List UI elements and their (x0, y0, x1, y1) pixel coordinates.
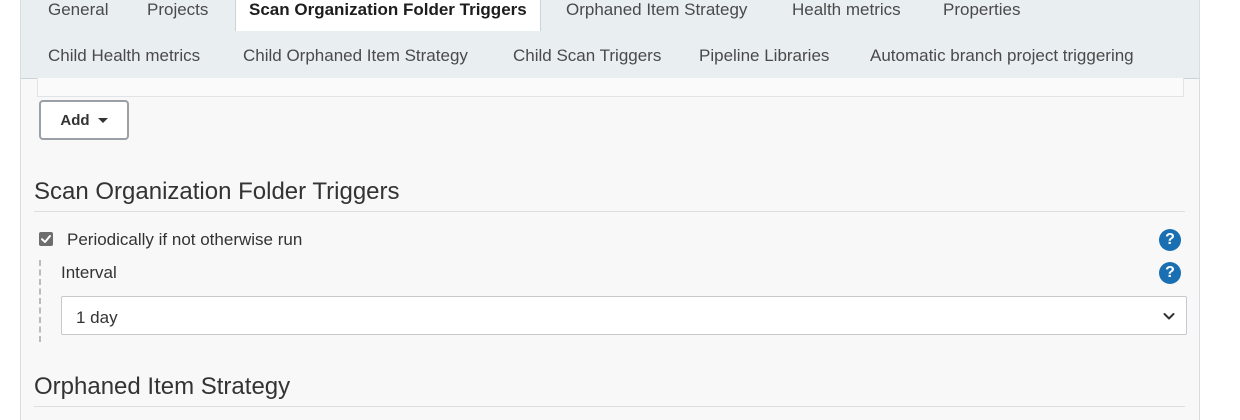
scan-triggers-heading: Scan Organization Folder Triggers (34, 178, 400, 205)
tab-orphaned-item-strategy[interactable]: Orphaned Item Strategy (566, 0, 747, 20)
interval-label: Interval (61, 263, 117, 282)
tab-child-scan-triggers[interactable]: Child Scan Triggers (513, 46, 661, 66)
chevron-down-icon (1163, 313, 1175, 320)
config-page: General Projects Scan Organization Folde… (0, 0, 1240, 420)
nested-options-rule (39, 260, 41, 342)
previous-section-box (37, 78, 1184, 97)
add-button[interactable]: Add (39, 100, 129, 140)
periodic-run-checkbox[interactable] (39, 232, 53, 246)
tab-child-orphaned-item-strategy[interactable]: Child Orphaned Item Strategy (243, 46, 468, 66)
tab-health-metrics[interactable]: Health metrics (792, 0, 901, 20)
tab-scan-organization-folder-triggers[interactable]: Scan Organization Folder Triggers (235, 0, 541, 31)
caret-down-icon (97, 118, 108, 123)
tab-projects[interactable]: Projects (147, 0, 208, 20)
tab-general[interactable]: General (48, 0, 108, 20)
tab-properties[interactable]: Properties (943, 0, 1020, 20)
checkmark-icon (41, 235, 51, 243)
interval-select[interactable]: 1 day (61, 296, 1187, 335)
periodic-run-label[interactable]: Periodically if not otherwise run (67, 230, 302, 250)
interval-help-icon[interactable]: ? (1159, 262, 1181, 284)
config-tab-bar: General Projects Scan Organization Folde… (21, 0, 1199, 79)
interval-select-value: 1 day (76, 308, 118, 327)
section-divider (34, 211, 1185, 212)
add-button-label: Add (60, 111, 90, 129)
tab-pipeline-libraries[interactable]: Pipeline Libraries (699, 46, 829, 66)
tab-child-health-metrics[interactable]: Child Health metrics (48, 46, 200, 66)
config-panel: General Projects Scan Organization Folde… (20, 0, 1200, 420)
tab-automatic-branch-project-triggering[interactable]: Automatic branch project triggering (870, 46, 1134, 66)
section-divider (34, 406, 1185, 407)
periodic-help-icon[interactable]: ? (1159, 229, 1181, 251)
orphaned-strategy-heading: Orphaned Item Strategy (34, 373, 291, 400)
